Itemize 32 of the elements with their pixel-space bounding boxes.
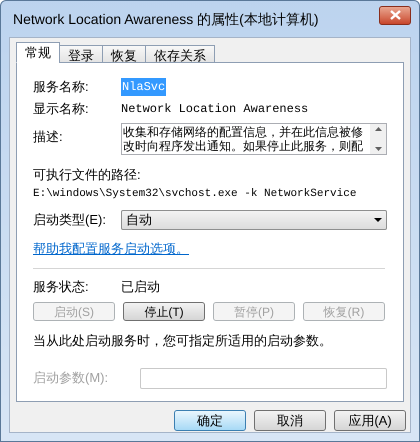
start-parameters-hint: 当从此处启动服务时，您可指定所适用的启动参数。 bbox=[33, 332, 333, 350]
service-name-value: NlaSvc bbox=[121, 78, 166, 96]
field-label: 服务状态: bbox=[33, 278, 90, 296]
field-label: 描述: bbox=[33, 128, 64, 146]
dropdown-arrow-icon bbox=[374, 218, 382, 222]
field-label: 服务名称: bbox=[33, 78, 90, 96]
description-box[interactable]: 收集和存储网络的配置信息，并在此信息被修 改时向程序发出通知。如果停止此服务，则配 bbox=[120, 123, 387, 155]
description-line: 收集和存储网络的配置信息，并在此信息被修 bbox=[122, 125, 364, 139]
service-button[interactable]: 停止(T) bbox=[123, 302, 205, 321]
dialog-button[interactable]: 确定 bbox=[174, 410, 246, 431]
service-status-value: 已启动 bbox=[121, 278, 160, 296]
close-button[interactable] bbox=[379, 6, 411, 24]
tab[interactable]: 常规 bbox=[16, 42, 60, 63]
help-link[interactable]: 帮助我配置服务启动选项。 bbox=[33, 239, 189, 258]
close-icon bbox=[390, 10, 400, 20]
scroll-down-icon[interactable] bbox=[374, 147, 382, 151]
scroll-up-icon[interactable] bbox=[374, 127, 382, 131]
tab[interactable]: 恢复 bbox=[102, 45, 146, 63]
tab[interactable]: 登录 bbox=[59, 45, 103, 63]
field-label: 启动参数(M): bbox=[33, 369, 110, 388]
dialog-button[interactable]: 取消 bbox=[254, 410, 326, 431]
display-name-value: Network Location Awareness bbox=[121, 101, 308, 118]
executable-path: E:\windows\System32\svchost.exe -k NetworkService bbox=[33, 186, 358, 202]
field-label: 显示名称: bbox=[33, 100, 90, 118]
startup-type-dropdown[interactable]: 自动 bbox=[120, 210, 387, 230]
field-label: 可执行文件的路径: bbox=[33, 166, 142, 184]
description-line: 改时向程序发出通知。如果停止此服务，则配 bbox=[122, 139, 364, 153]
scrollbar[interactable] bbox=[370, 124, 386, 154]
tab[interactable]: 依存关系 bbox=[145, 45, 215, 63]
dialog-button[interactable]: 应用(A) bbox=[334, 410, 406, 431]
window-title: Network Location Awareness 的属性(本地计算机) bbox=[12, 10, 318, 29]
field-label: 启动类型(E): bbox=[33, 211, 107, 230]
